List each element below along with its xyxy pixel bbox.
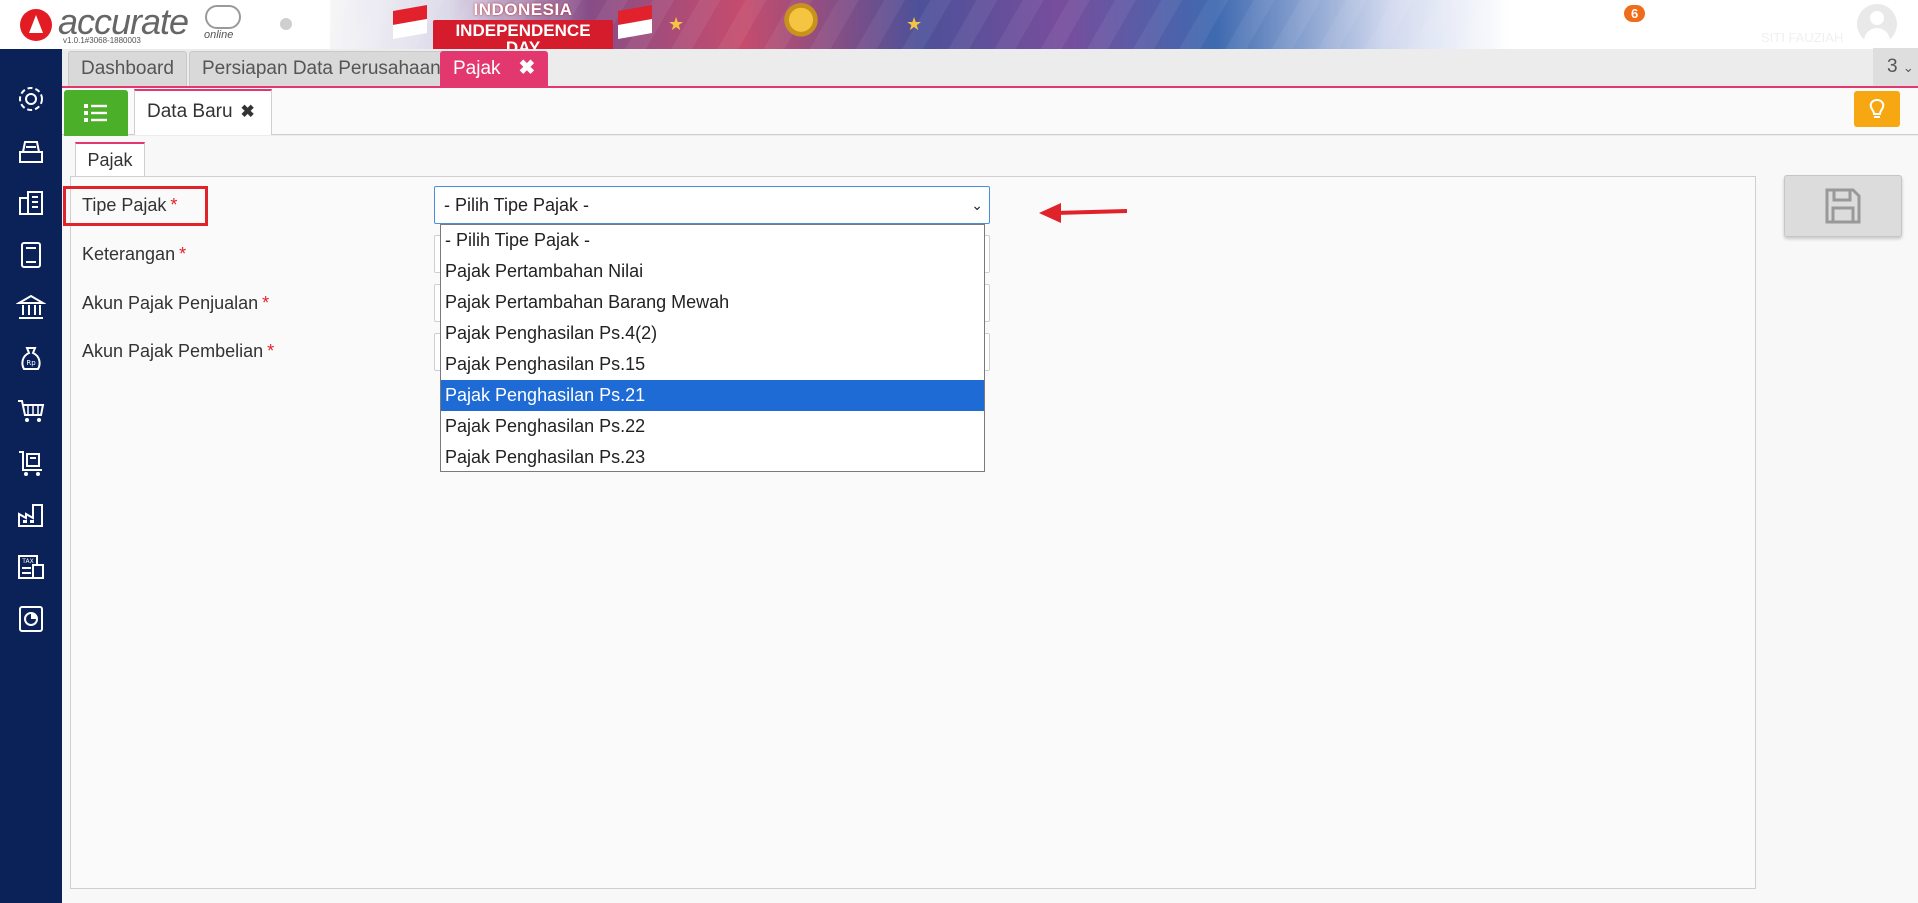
help-button[interactable]: ? (1565, 10, 1593, 38)
label-text: Keterangan (82, 244, 176, 264)
book-icon (21, 242, 41, 268)
lightbulb-icon (1869, 98, 1885, 118)
top-bar: ★ ★ INDONESIA INDEPENDENCE DAY accurate … (0, 0, 1918, 49)
tab-bar: Dashboard Persiapan Data Perusahaan Paja… (62, 49, 1918, 88)
highlight-box (63, 186, 208, 226)
option[interactable]: Pajak Pertambahan Nilai (441, 256, 984, 287)
notification-badge: 6 (1624, 5, 1646, 22)
label-text: Akun Pajak Penjualan (82, 293, 259, 313)
banner-line1: INDONESIA (473, 0, 573, 19)
field-label-akun-pajak-penjualan: Akun Pajak Penjualan * (82, 293, 269, 314)
chevron-down-icon: ⌄ (1902, 60, 1914, 75)
building-icon (19, 191, 43, 215)
money-bag-icon: Rp (21, 347, 41, 370)
help-icon: ? (1569, 14, 1589, 34)
factory-icon (18, 504, 43, 527)
required-marker: * (179, 244, 187, 264)
tab-count: 3 (1887, 56, 1898, 77)
tab-persiapan-data-perusahaan[interactable]: Persiapan Data Perusahaan (189, 51, 454, 86)
tab-label: Dashboard (81, 58, 174, 79)
option[interactable]: Pajak Penghasilan Ps.23 (441, 442, 984, 473)
banner-line2: INDEPENDENCE DAY (433, 20, 613, 49)
cloud-icon (205, 5, 241, 29)
tab-label: Pajak (453, 58, 501, 79)
sidebar-item-inventory[interactable] (13, 445, 49, 481)
annotation-arrow-icon (1039, 203, 1128, 223)
save-icon (1825, 188, 1861, 224)
tipe-pajak-options: - Pilih Tipe Pajak - Pajak Pertambahan N… (440, 224, 985, 472)
sidebar: Rp TAX (0, 49, 62, 903)
star-icon: ★ (906, 14, 923, 34)
tab-pajak[interactable]: Pajak ✖ (440, 51, 549, 86)
content-area: Pajak (62, 136, 1918, 903)
tax-icon: TAX (18, 555, 44, 579)
search-button[interactable] (1508, 10, 1536, 38)
subtab-label: Data Baru (147, 101, 233, 122)
field-label-keterangan: Keterangan * (82, 244, 186, 265)
user-name: SITI FAUZIAH (1761, 30, 1844, 45)
svg-text:TAX: TAX (21, 558, 33, 565)
online-label: online (204, 29, 234, 41)
option[interactable]: Pajak Pertambahan Barang Mewah (441, 287, 984, 318)
chevron-down-icon[interactable]: ▾ (1900, 14, 1907, 31)
tips-button[interactable] (1854, 91, 1900, 127)
option-highlighted[interactable]: Pajak Penghasilan Ps.21 (441, 380, 984, 411)
sidebar-item-sales-pos[interactable] (13, 133, 49, 169)
sidebar-item-bank[interactable] (13, 289, 49, 325)
garuda-emblem-icon (770, 0, 832, 44)
option[interactable]: - Pilih Tipe Pajak - (441, 225, 984, 256)
avatar[interactable] (1857, 4, 1897, 44)
flag-icon (393, 5, 427, 39)
sidebar-item-reports[interactable] (13, 601, 49, 637)
gear-icon (19, 87, 43, 111)
bank-icon (16, 294, 46, 319)
banner-text: INDONESIA INDEPENDENCE DAY (433, 1, 613, 49)
close-icon[interactable]: ✖ (241, 102, 255, 121)
delivery-cart-icon (19, 451, 42, 476)
sub-toolbar: Data Baru ✖ (62, 88, 1918, 136)
accurate-logo[interactable]: accurate v1.0.1#3068-1880003 online (16, 1, 256, 45)
logo-mark-icon (20, 9, 52, 41)
subtab-data-baru[interactable]: Data Baru ✖ (134, 89, 272, 135)
svg-text:?: ? (1575, 18, 1583, 33)
option[interactable]: Pajak Penghasilan Ps.4(2) (441, 318, 984, 349)
required-marker: * (262, 293, 270, 313)
list-icon (84, 104, 107, 122)
app-version: v1.0.1#3068-1880003 (63, 36, 141, 45)
sidebar-item-tax[interactable]: TAX (13, 549, 49, 585)
status-dot (280, 18, 292, 30)
company-name[interactable]: CV Mitra Spesialis (1682, 6, 1845, 29)
save-button[interactable] (1784, 175, 1902, 237)
cart-icon (18, 400, 45, 422)
sidebar-item-manufacturing[interactable] (13, 497, 49, 533)
report-icon (19, 606, 43, 632)
search-icon (1511, 13, 1533, 35)
svg-text:Rp: Rp (26, 359, 36, 367)
option[interactable]: Pajak Penghasilan Ps.22 (441, 411, 984, 442)
list-view-button[interactable] (64, 90, 128, 136)
open-tabs-dropdown[interactable]: 3 ⌄ (1873, 48, 1918, 86)
sidebar-item-cash[interactable]: Rp (13, 341, 49, 377)
sidebar-item-company[interactable] (13, 185, 49, 221)
required-marker: * (267, 341, 275, 361)
close-icon[interactable]: ✖ (519, 52, 536, 85)
chevron-down-icon: ⌄ (971, 197, 983, 213)
cash-register-icon (19, 141, 43, 163)
label-text: Akun Pajak Pembelian (82, 341, 264, 361)
field-label-akun-pajak-pembelian: Akun Pajak Pembelian * (82, 341, 274, 362)
form-tab-pajak[interactable]: Pajak (75, 142, 145, 178)
tab-label: Persiapan Data Perusahaan (202, 58, 441, 79)
sidebar-item-settings[interactable] (13, 81, 49, 117)
star-icon: ★ (668, 14, 685, 34)
sidebar-item-ledger[interactable] (13, 237, 49, 273)
flag-icon (618, 5, 652, 39)
tipe-pajak-select[interactable]: - Pilih Tipe Pajak - ⌄ (434, 186, 990, 224)
tab-dashboard[interactable]: Dashboard (68, 51, 187, 86)
option[interactable]: Pajak Penghasilan Ps.15 (441, 349, 984, 380)
select-value: - Pilih Tipe Pajak - (444, 195, 590, 215)
sidebar-item-purchase[interactable] (13, 393, 49, 429)
